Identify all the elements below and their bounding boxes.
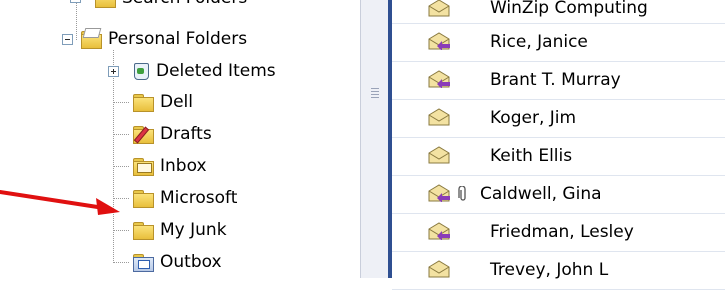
- tree-item-drafts[interactable]: Drafts: [132, 121, 212, 147]
- message-row[interactable]: Friedman, Lesley: [392, 214, 725, 252]
- tree-item-label: Personal Folders: [108, 29, 248, 49]
- read-envelope-icon: [428, 108, 450, 126]
- message-row[interactable]: Caldwell, Gina: [392, 176, 725, 214]
- tree-item-search-folders[interactable]: Search Folders: [70, 0, 247, 11]
- tree-item-label: Drafts: [160, 124, 212, 144]
- tree-item-my-junk[interactable]: My Junk: [132, 217, 227, 243]
- folder-icon: [132, 221, 154, 240]
- message-row[interactable]: Brant T. Murray: [392, 62, 725, 100]
- tree-item-personal-folders[interactable]: Personal Folders: [62, 26, 247, 52]
- splitter-grip-icon[interactable]: [371, 88, 379, 100]
- tree-guide-line: [113, 134, 129, 136]
- tree-guide-line: [113, 230, 129, 232]
- message-row[interactable]: Trevey, John L: [392, 252, 725, 290]
- tree-guide-line: [113, 262, 129, 264]
- message-sender: Trevey, John L: [490, 260, 609, 280]
- tree-item-deleted-items[interactable]: Deleted Items: [108, 58, 276, 84]
- paperclip-icon: [458, 186, 466, 201]
- tree-item-label: Outbox: [160, 252, 222, 272]
- personal-folders-icon: [80, 28, 102, 49]
- pane-splitter[interactable]: [360, 0, 389, 278]
- message-list: WinZip Computing Rice, Janice Brant T. M…: [392, 0, 725, 290]
- tree-item-microsoft[interactable]: Microsoft: [132, 185, 237, 211]
- deleted-items-icon: [132, 61, 150, 81]
- folder-icon: [132, 93, 154, 112]
- message-sender: Rice, Janice: [490, 32, 588, 52]
- message-row[interactable]: Koger, Jim: [392, 100, 725, 138]
- search-folders-icon: [94, 0, 116, 8]
- inbox-icon: [132, 157, 154, 176]
- read-envelope-icon: [428, 146, 450, 164]
- read-envelope-icon: [428, 260, 450, 278]
- tree-guide-line: [113, 102, 129, 104]
- tree-item-label: Dell: [160, 92, 193, 112]
- folder-tree-pane: Search Folders Personal Folders Deleted …: [0, 0, 360, 278]
- annotation-arrow-icon: [0, 190, 120, 215]
- tree-item-dell[interactable]: Dell: [132, 89, 193, 115]
- message-sender: Caldwell, Gina: [480, 184, 602, 204]
- message-sender: Keith Ellis: [490, 146, 573, 166]
- folder-icon: [132, 189, 154, 208]
- replied-envelope-icon: [428, 184, 450, 202]
- replied-envelope-icon: [428, 32, 450, 50]
- replied-envelope-icon: [428, 70, 450, 88]
- message-sender: Koger, Jim: [490, 108, 577, 128]
- outbox-icon: [132, 253, 154, 272]
- tree-item-label: Microsoft: [160, 188, 238, 208]
- drafts-icon: [132, 125, 154, 144]
- message-sender: WinZip Computing: [490, 0, 648, 18]
- tree-item-label: Search Folders: [122, 0, 247, 11]
- replied-envelope-icon: [428, 222, 450, 240]
- expand-plus-icon[interactable]: [70, 0, 81, 3]
- tree-item-label: Deleted Items: [156, 61, 276, 81]
- tree-item-inbox[interactable]: Inbox: [132, 153, 207, 179]
- tree-item-outbox[interactable]: Outbox: [132, 249, 222, 275]
- message-sender: Brant T. Murray: [490, 70, 621, 90]
- expand-plus-icon[interactable]: [108, 66, 119, 77]
- message-sender: Friedman, Lesley: [490, 222, 634, 242]
- message-row[interactable]: Rice, Janice: [392, 24, 725, 62]
- collapse-minus-icon[interactable]: [62, 34, 73, 45]
- read-envelope-icon: [428, 0, 450, 17]
- message-row[interactable]: Keith Ellis: [392, 138, 725, 176]
- message-row[interactable]: WinZip Computing: [392, 0, 725, 24]
- tree-item-label: Inbox: [160, 156, 207, 176]
- tree-guide-line: [113, 166, 129, 168]
- tree-item-label: My Junk: [160, 220, 227, 240]
